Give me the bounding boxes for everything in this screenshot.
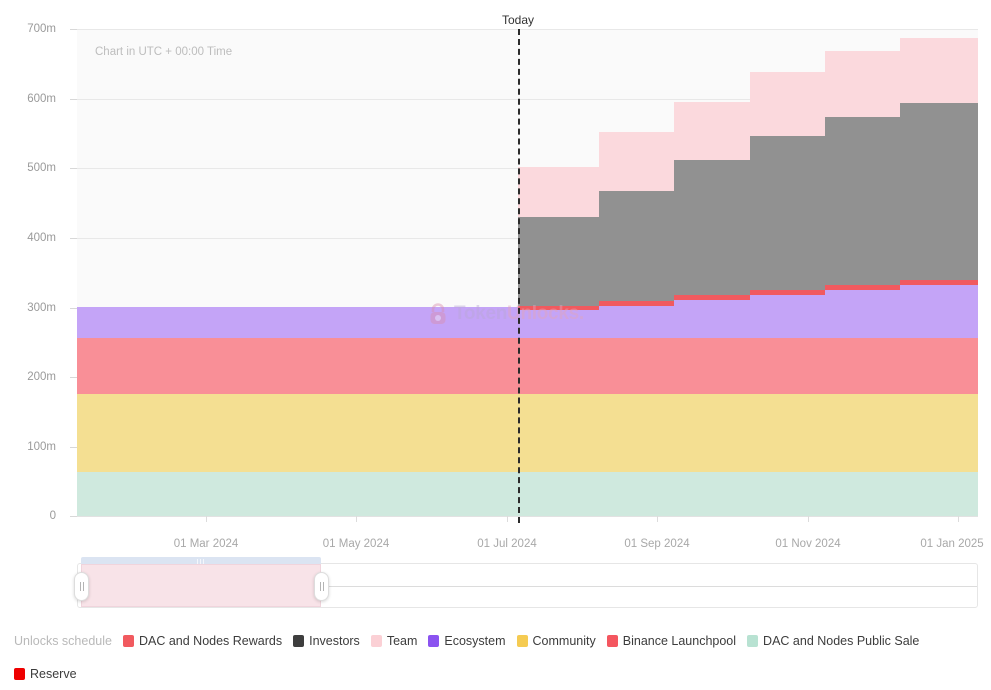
slider-handle-right[interactable] (314, 572, 329, 601)
legend-item-label: DAC and Nodes Public Sale (763, 634, 920, 648)
y-axis-label: 600m (27, 93, 56, 105)
slider-handle-left[interactable] (74, 572, 89, 601)
legend-swatch (428, 635, 440, 647)
x-axis-label: 01 Mar 2024 (173, 538, 239, 550)
x-axis-tick (206, 516, 207, 522)
legend-item-label: Ecosystem (444, 634, 506, 648)
legend-item-ecosystem[interactable]: Ecosystem (428, 634, 506, 648)
legend-swatch (516, 635, 528, 647)
legend-item-community[interactable]: Community (516, 634, 596, 648)
y-axis-label: 0 (49, 510, 56, 522)
x-axis-label: 01 May 2024 (322, 538, 390, 550)
date-range-slider[interactable]: III (74, 557, 978, 608)
today-marker-label: Today (501, 13, 535, 27)
y-axis-tick (70, 29, 77, 30)
legend-swatch (606, 635, 618, 647)
legend-item-label: DAC and Nodes Rewards (138, 634, 283, 648)
plot-area (77, 29, 978, 516)
slider-selection-window[interactable] (81, 564, 321, 607)
x-axis-label: 01 Sep 2024 (624, 538, 690, 550)
legend-item-label: Investors (309, 634, 360, 648)
series-community (77, 394, 978, 477)
x-axis-line (77, 516, 978, 517)
legend-swatch (293, 635, 305, 647)
stacked-area-series (77, 38, 978, 516)
y-axis-label: 500m (27, 162, 56, 174)
legend-swatch (122, 635, 134, 647)
y-axis-tick (70, 516, 77, 517)
legend-item-binance-launchpool[interactable]: Binance Launchpool (606, 634, 737, 648)
legend-item-reserve[interactable]: Reserve (14, 667, 77, 681)
today-marker-line (518, 29, 520, 523)
x-axis-label: 01 Jul 2024 (477, 538, 537, 550)
legend-item-label: Community (532, 634, 596, 648)
series-dac-nodes-public-sale (77, 472, 978, 516)
legend-item-dac-and-nodes-public-sale[interactable]: DAC and Nodes Public Sale (747, 634, 919, 648)
legend-title: Unlocks schedule (14, 634, 112, 648)
legend-item-label: Binance Launchpool (622, 634, 737, 648)
x-axis-tick (808, 516, 809, 522)
legend-swatch (747, 635, 759, 647)
x-axis-tick (507, 516, 508, 522)
y-axis-tick (70, 377, 77, 378)
legend-item-team[interactable]: Team (370, 634, 418, 648)
unlocks-schedule-chart: 700m 600m 500m 400m 300m 200m 100m 0 Cha… (0, 0, 991, 690)
x-axis-label: 01 Nov 2024 (775, 538, 841, 550)
y-axis-label: 400m (27, 232, 56, 244)
legend-item-label: Reserve (30, 667, 77, 681)
legend: Unlocks schedule DAC and Nodes Rewards I… (14, 634, 977, 681)
y-axis-label: 300m (27, 302, 56, 314)
legend-item-investors[interactable]: Investors (293, 634, 360, 648)
legend-item-dac-and-nodes-rewards[interactable]: DAC and Nodes Rewards (122, 634, 283, 648)
legend-item-label: Team (386, 634, 418, 648)
x-axis-tick (958, 516, 959, 522)
y-axis-tick (70, 447, 77, 448)
legend-swatch (370, 635, 382, 647)
x-axis-tick (657, 516, 658, 522)
timezone-note: Chart in UTC + 00:00 Time (95, 46, 233, 58)
y-axis-label: 100m (27, 441, 56, 453)
legend-swatch (14, 668, 25, 680)
y-axis-label: 200m (27, 371, 56, 383)
y-axis-label: 700m (27, 23, 56, 35)
y-axis-tick (70, 238, 77, 239)
y-axis-tick (70, 168, 77, 169)
y-axis-tick (70, 308, 77, 309)
x-axis-label: 01 Jan 2025 (920, 538, 984, 550)
x-axis-tick (356, 516, 357, 522)
y-axis-tick (70, 99, 77, 100)
